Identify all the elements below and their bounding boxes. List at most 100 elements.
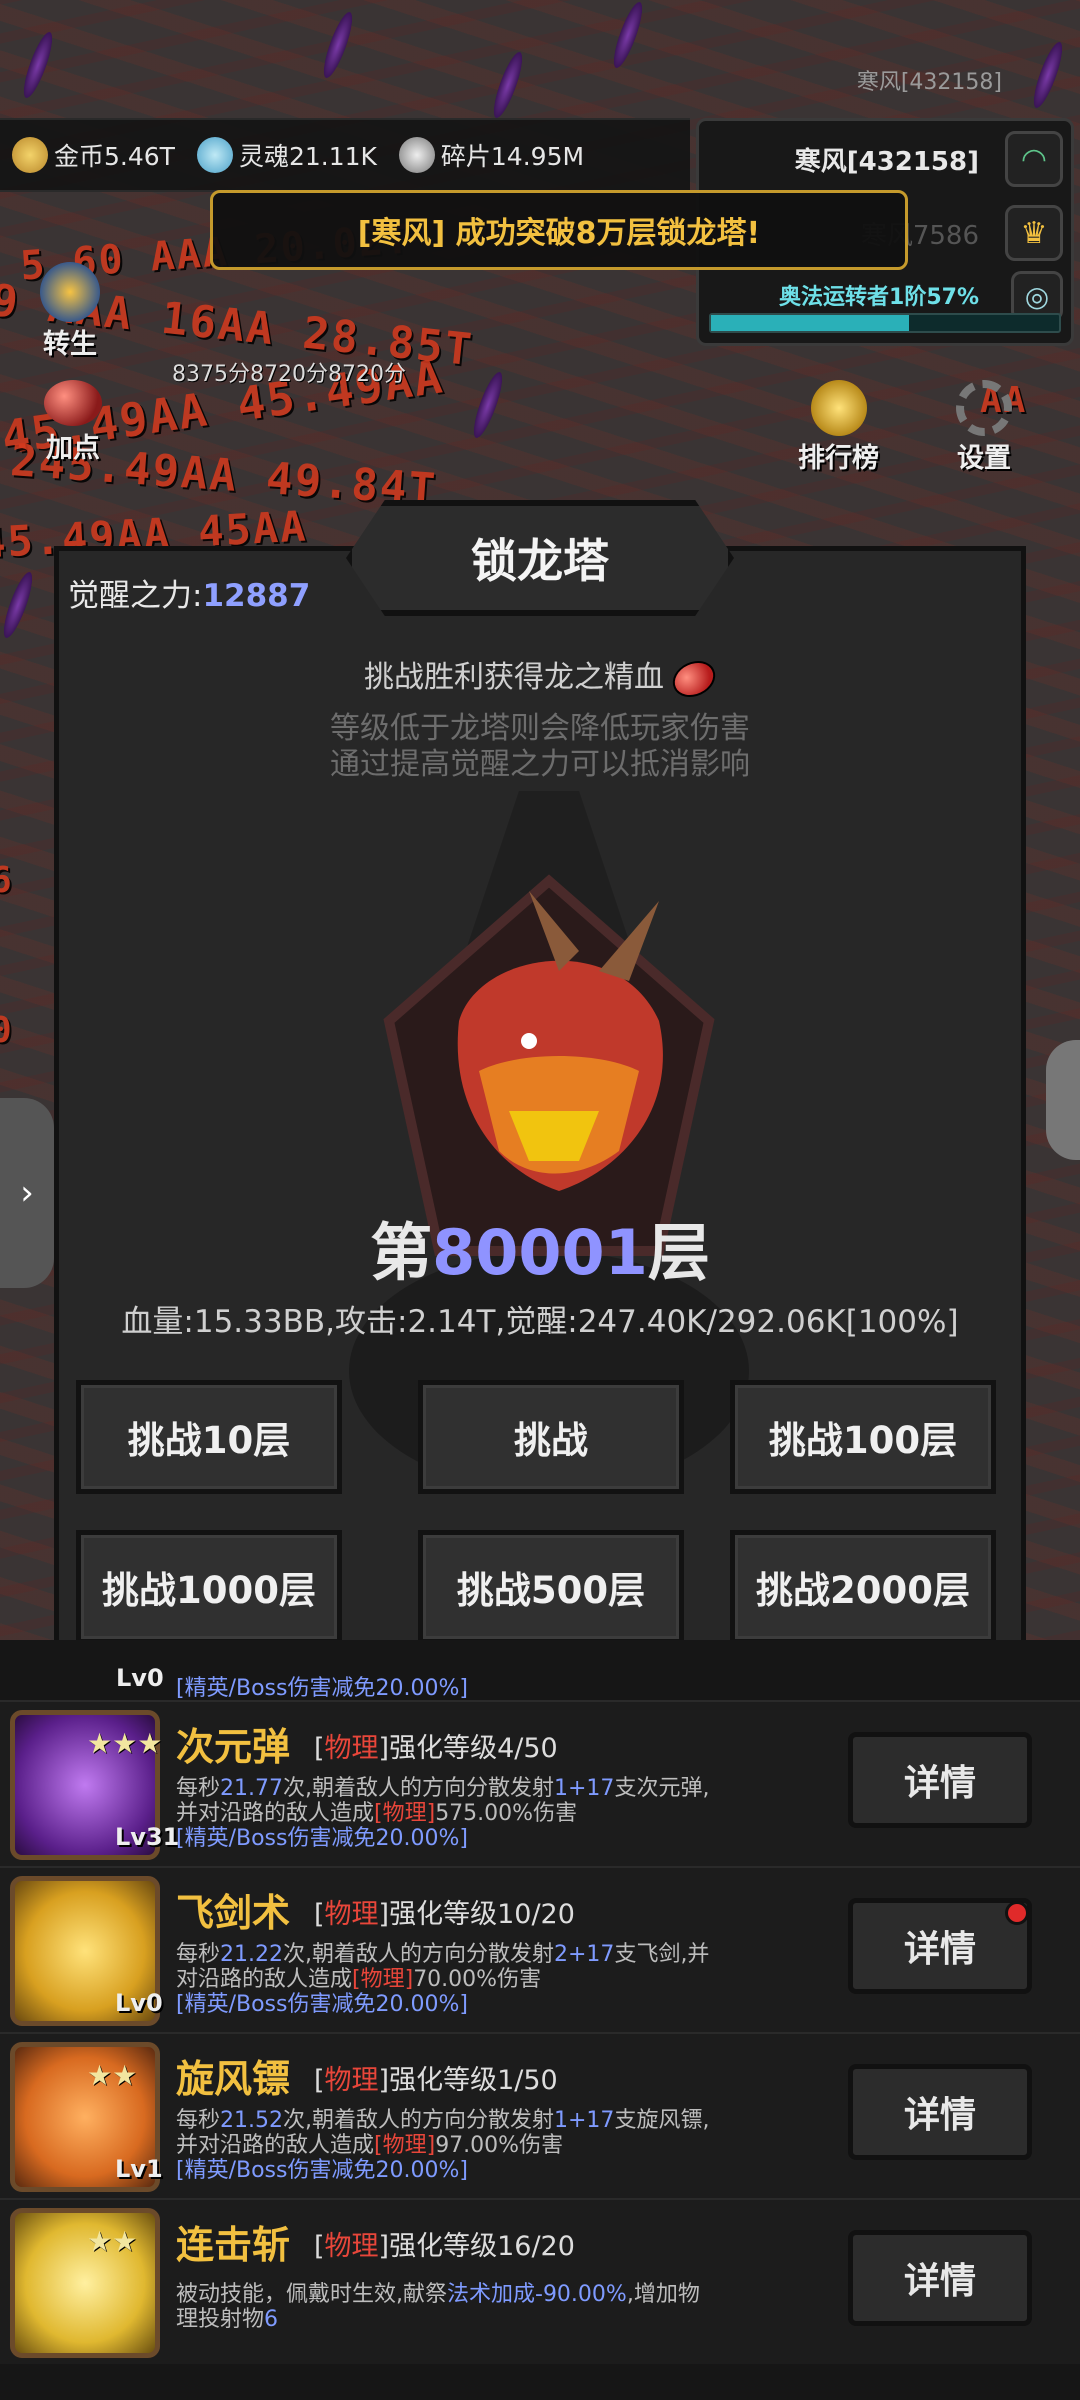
feather-projectile <box>608 0 648 71</box>
challenge-100-button[interactable]: 挑战100层 <box>730 1380 996 1494</box>
partial-skill-level: Lv0 <box>116 1664 164 1692</box>
enhance-level: 强化等级4/50 <box>389 1733 558 1764</box>
add-points-label: 加点 <box>46 433 100 464</box>
rebirth-icon <box>40 262 100 322</box>
skill-name: 次元弹 <box>176 1725 291 1769</box>
shard-resource: 碎片14.95M <box>398 137 585 173</box>
detail-button[interactable]: 详情 <box>848 2230 1032 2326</box>
challenge-button[interactable]: 挑战 <box>418 1380 684 1494</box>
whirlwind-dart-icon: ★★ Lv1 <box>10 2042 163 2192</box>
skill-tag: [物理]强化等级1/50 <box>314 2065 558 2096</box>
hint-line-1: 等级低于龙塔则会降低玩家伤害 <box>330 711 750 746</box>
skill-row: Lv0 飞剑术 [物理]强化等级10/20 每秒21.22次,朝着敌人的方向分散… <box>0 1866 1080 2032</box>
trophy-icon <box>810 380 867 436</box>
skill-name: 旋风镖 <box>176 2057 291 2101</box>
gold-coin-icon <box>12 137 48 173</box>
damage-line: 8375分8720分8720分 <box>172 362 406 387</box>
chevron-right-icon: › <box>20 1173 34 1213</box>
skill-name: 飞剑术 <box>176 1891 291 1935</box>
announcement-banner: [寒风] 成功突破8万层锁龙塔! <box>210 190 908 270</box>
expand-left-button[interactable]: › <box>0 1098 54 1288</box>
awakening-power: 觉醒之力:12887 <box>68 570 310 615</box>
dialog-title-plate: 锁龙塔 <box>346 500 734 616</box>
floor-suffix: 层 <box>647 1216 710 1289</box>
floor-number: 80001 <box>432 1216 648 1289</box>
feather-projectile <box>18 29 58 101</box>
reward-label: 挑战胜利获得龙之精血 <box>364 660 664 695</box>
gold-resource: 金币5.46T <box>12 137 175 173</box>
skill-description: 每秒21.77次,朝着敌人的方向分散发射1+17支次元弹, 并对沿路的敌人造成[物… <box>176 1776 710 1851</box>
skill-row: ★★★ Lv31 次元弹 [物理]强化等级4/50 每秒21.77次,朝着敌人的方… <box>0 1700 1080 1866</box>
dialog-title: 锁龙塔 <box>471 534 609 588</box>
flying-sword-icon: Lv0 <box>10 1876 163 2026</box>
settings-button[interactable]: 设置 <box>956 380 1012 475</box>
dragon-blood-icon <box>666 653 722 704</box>
tag-close: ] <box>378 1733 390 1764</box>
challenge-500-button[interactable]: 挑战500层 <box>418 1530 684 1644</box>
power-value: 12887 <box>202 578 311 614</box>
tag-type: 物理 <box>324 1733 379 1764</box>
detail-button[interactable]: 详情 <box>848 2064 1032 2160</box>
stars: ★★ <box>87 2225 138 2258</box>
tag-open: [ <box>314 1733 325 1764</box>
skill-tag: [物理]强化等级10/20 <box>314 1899 575 1930</box>
skill-tag: [物理]强化等级4/50 <box>314 1726 558 1765</box>
feather-projectile <box>488 49 528 121</box>
skill-name: 连击斩 <box>176 2223 291 2267</box>
rank-progress-fill <box>711 315 910 331</box>
leaderboard-button[interactable]: 排行榜 <box>798 380 879 475</box>
floor-prefix: 第 <box>370 1216 433 1289</box>
rebirth-button[interactable]: 转生 <box>40 262 100 361</box>
reward-text: 挑战胜利获得龙之精血 <box>54 652 1026 704</box>
soul-resource: 灵魂21.11K <box>196 137 377 173</box>
dimension-bullet-icon: ★★★ Lv31 <box>10 1710 179 1860</box>
damage-streak: 6 <box>0 860 14 901</box>
skill-list: Lv0 [精英/Boss伤害减免20.00%] ★★★ Lv31 次元弹 [物理]… <box>0 1640 1080 2400</box>
detail-button[interactable]: 详情 <box>848 1732 1032 1828</box>
resource-bar: 金币5.46T 灵魂21.11K 碎片14.95M <box>0 118 690 192</box>
notification-dot <box>1005 1901 1029 1925</box>
skill-level: Lv31 <box>115 1823 180 1851</box>
add-points-button[interactable]: 加点 <box>44 380 102 465</box>
challenge-1000-button[interactable]: 挑战1000层 <box>76 1530 342 1644</box>
right-edge-tab[interactable] <box>1046 1040 1080 1160</box>
top-player-name: 寒风[432158] <box>856 70 1002 95</box>
blood-gem-icon <box>44 380 102 426</box>
skill-tag: [物理]强化等级16/20 <box>314 2231 575 2262</box>
skill-description: 被动技能，佩戴时生效,献祭法术加成-90.00%,增加物 理投射物6 <box>176 2282 700 2332</box>
challenge-2000-button[interactable]: 挑战2000层 <box>730 1530 996 1644</box>
partial-skill-note: [精英/Boss伤害减免20.00%] <box>176 1676 468 1701</box>
hint-line-2: 通过提高觉醒之力可以抵消影响 <box>330 747 750 782</box>
skill-description: 每秒21.52次,朝着敌人的方向分散发射1+17支旋风镖, 并对沿路的敌人造成[物… <box>176 2108 710 2183</box>
damage-streak: 0 <box>0 1010 14 1051</box>
combo-slash-icon: ★★ <box>10 2208 160 2358</box>
feather-projectile <box>0 569 38 641</box>
feather-projectile <box>1028 39 1068 111</box>
rank-text: 奥法运转者1阶57% <box>779 285 979 310</box>
skill-row: ★★ 连击斩 [物理]强化等级16/20 被动技能，佩戴时生效,献祭法术加成-9… <box>0 2198 1080 2364</box>
skill-description: 每秒21.22次,朝着敌人的方向分散发射2+17支飞剑,并 对沿路的敌人造成[物理… <box>176 1942 710 2017</box>
rebirth-label: 转生 <box>43 329 97 360</box>
gold-value: 金币5.46T <box>54 142 175 171</box>
floor-display: 第80001层 <box>54 1202 1026 1292</box>
gear-icon <box>956 380 1012 436</box>
crown-icon[interactable]: ♛ <box>1005 205 1063 261</box>
soul-value: 灵魂21.11K <box>238 142 377 171</box>
panel-player-name: 寒风[432158] <box>794 147 979 177</box>
leaderboard-label: 排行榜 <box>798 443 879 474</box>
shard-icon <box>398 137 435 173</box>
skill-level: Lv0 <box>115 1989 163 2017</box>
detail-button[interactable]: 详情 <box>848 1898 1032 1994</box>
feather-projectile <box>468 369 508 441</box>
stars: ★★ <box>87 2059 138 2092</box>
shard-value: 碎片14.95M <box>440 142 585 171</box>
skill-level: Lv1 <box>115 2155 163 2183</box>
rank-progress-bar <box>709 313 1061 333</box>
settings-label: 设置 <box>957 443 1011 474</box>
soul-icon <box>196 137 233 173</box>
tower-stats: 血量:15.33BB,攻击:2.14T,觉醒:247.40K/292.06K[1… <box>121 1304 959 1340</box>
signal-icon[interactable]: ◠ <box>1005 131 1063 187</box>
challenge-10-button[interactable]: 挑战10层 <box>76 1380 342 1494</box>
stars: ★★★ <box>87 1727 163 1760</box>
feather-projectile <box>318 9 358 81</box>
